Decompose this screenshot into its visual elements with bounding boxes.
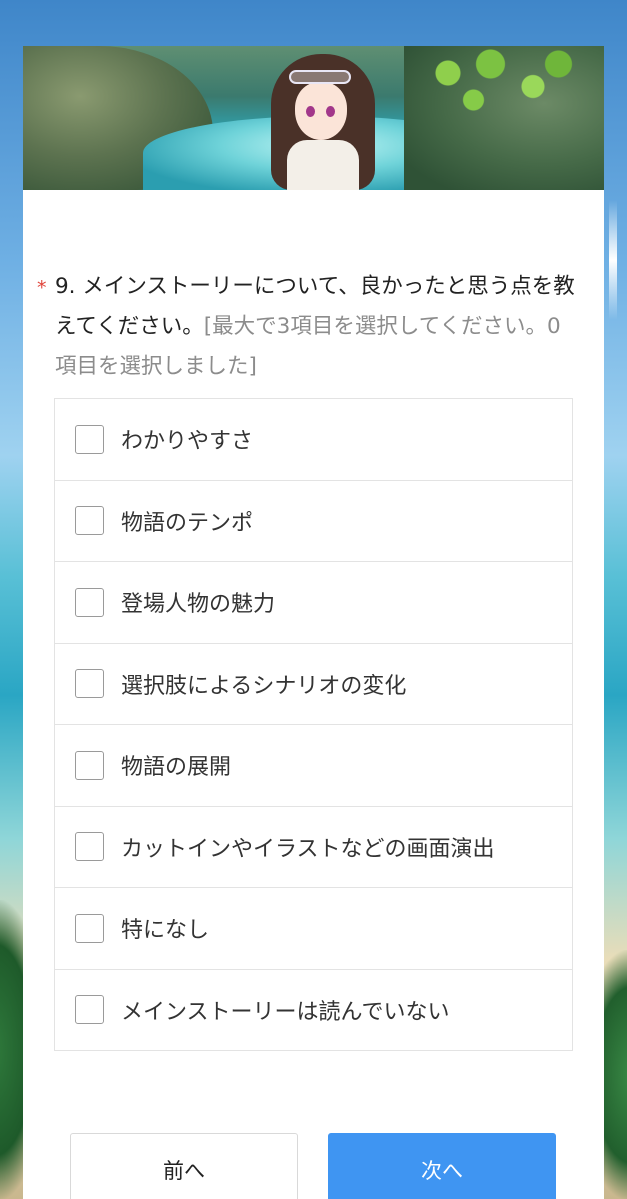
checkbox[interactable] (75, 587, 104, 617)
next-button[interactable]: 次へ (328, 1133, 556, 1199)
checkbox[interactable] (75, 506, 104, 536)
option-label: 物語のテンポ (121, 510, 254, 536)
option-item[interactable]: 登場人物の魅力 (55, 562, 572, 644)
prev-button[interactable]: 前へ (70, 1133, 298, 1199)
banner-leaves (414, 46, 584, 136)
option-item[interactable]: 特になし (55, 888, 572, 970)
option-label: 特になし (121, 918, 210, 944)
option-label: 物語の展開 (121, 755, 232, 781)
checkbox[interactable] (75, 424, 104, 454)
option-item[interactable]: 物語の展開 (55, 725, 572, 807)
option-label: メインストーリーは読んでいない (121, 999, 450, 1025)
checkbox[interactable] (75, 669, 104, 699)
option-label: 登場人物の魅力 (121, 592, 276, 618)
option-item[interactable]: わかりやすさ (55, 399, 572, 481)
option-label: 選択肢によるシナリオの変化 (121, 673, 407, 699)
banner-character (263, 48, 383, 190)
character-sunglasses (289, 70, 351, 84)
character-outfit (287, 140, 359, 190)
option-label: わかりやすさ (121, 429, 254, 455)
option-item[interactable]: メインストーリーは読んでいない (55, 970, 572, 1051)
options-list: わかりやすさ 物語のテンポ 登場人物の魅力 選択肢によるシナリオの変化 物語の展… (54, 398, 573, 1051)
question-text-wrapper: 9. メインストーリーについて、良かったと思う点を教えてください。[最大で3項目… (37, 267, 577, 387)
option-label: カットインやイラストなどの画面演出 (121, 836, 495, 862)
checkbox[interactable] (75, 913, 104, 943)
option-item[interactable]: カットインやイラストなどの画面演出 (55, 807, 572, 888)
sparkle-decoration (609, 200, 617, 320)
option-item[interactable]: 物語のテンポ (55, 481, 572, 562)
survey-card: * 9. メインストーリーについて、良かったと思う点を教えてください。[最大で3… (23, 46, 604, 1199)
character-face (295, 82, 347, 140)
option-item[interactable]: 選択肢によるシナリオの変化 (55, 644, 572, 725)
character-eye-left (306, 106, 315, 117)
question-block: * 9. メインストーリーについて、良かったと思う点を教えてください。[最大で3… (37, 267, 577, 387)
header-banner-image (23, 46, 604, 190)
checkbox[interactable] (75, 995, 104, 1025)
checkbox[interactable] (75, 832, 104, 862)
checkbox[interactable] (75, 750, 104, 780)
character-eye-right (326, 106, 335, 117)
required-mark: * (37, 277, 47, 299)
